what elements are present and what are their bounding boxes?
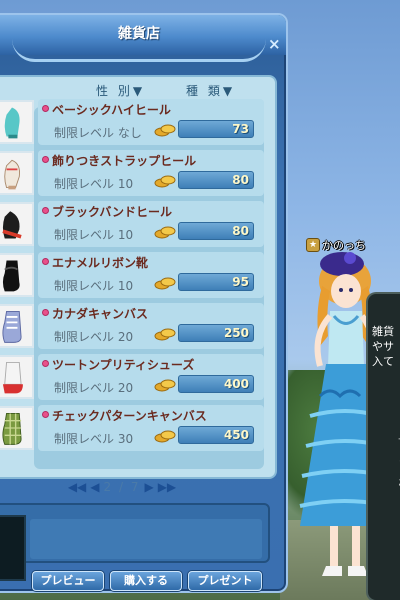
item-price: 450 (223, 428, 249, 442)
item-level: 制限レベル 30 (54, 432, 134, 446)
character-name: かのっち (322, 239, 366, 252)
black-band-heel-icon (2, 211, 22, 239)
price-box: 73 (178, 120, 254, 138)
item-name: ベーシックハイヒール (52, 103, 171, 117)
item-bullet-icon (42, 156, 49, 163)
item-preview-swatch (0, 515, 26, 581)
item-thumbnail (0, 355, 34, 399)
canvas-sneaker-icon (2, 311, 22, 343)
teal-heel-icon (4, 107, 20, 139)
side-dialog-text: 雑貨 やサ 入て (372, 324, 394, 369)
pagination: ◀◀ ◀ 2 / 7 ▶ ▶▶ (52, 477, 192, 497)
price-box: 95 (178, 273, 254, 291)
item-thumbnail (0, 100, 34, 144)
item-thumbnail (0, 202, 34, 246)
last-page-button[interactable]: ▶▶ (158, 480, 176, 494)
item-thumbnail (0, 406, 34, 450)
shop-title: 雑貨店 (118, 26, 160, 42)
item-row[interactable]: ブラックバンドヒール 制限レベル 10 80 (0, 199, 272, 247)
coin-icon (154, 328, 176, 341)
item-bullet-icon (42, 360, 49, 367)
price-box: 80 (178, 171, 254, 189)
close-button[interactable]: × (268, 35, 281, 53)
item-bullet-icon (42, 207, 49, 214)
item-thumbnail (0, 304, 34, 348)
item-row[interactable]: チェックパターンキャンバス 制限レベル 30 450 (0, 403, 272, 451)
shop-window: 雑貨店 × 性 別▼ 種 類▼ ベーシックハイヒール 制限レベル なし 73 飾… (0, 13, 288, 593)
item-row[interactable]: エナメルリボン靴 制限レベル 10 95 (0, 250, 272, 298)
coin-icon (154, 124, 176, 137)
preview-button[interactable]: プレビュー (32, 571, 104, 591)
item-price: 400 (223, 377, 249, 391)
character-name-tag[interactable]: ★ かのっち (306, 237, 366, 253)
item-bullet-icon (42, 309, 49, 316)
item-name: エナメルリボン靴 (52, 256, 149, 270)
next-page-button[interactable]: ▶ (144, 480, 153, 494)
item-level: 制限レベル 10 (54, 279, 134, 293)
item-bullet-icon (42, 258, 49, 265)
item-row[interactable]: ツートンプリティシューズ 制限レベル 20 400 (0, 352, 272, 400)
check-sneaker-icon (2, 413, 22, 445)
item-description-area (30, 519, 262, 559)
item-name: 飾りつきストラップヒール (52, 154, 197, 168)
coin-icon (154, 175, 176, 188)
first-page-button[interactable]: ◀◀ (68, 480, 86, 494)
price-box: 80 (178, 222, 254, 240)
item-row[interactable]: ベーシックハイヒール 制限レベル なし 73 (0, 97, 272, 145)
black-ribbon-shoe-icon (2, 260, 20, 292)
item-level: 制限レベル 10 (54, 228, 134, 242)
item-thumbnail (0, 253, 34, 297)
item-info: ツートンプリティシューズ 制限レベル 20 400 (38, 354, 264, 400)
side-dialog-line: 雑貨 (372, 325, 394, 338)
item-level: 制限レベル なし (54, 126, 142, 140)
price-box: 450 (178, 426, 254, 444)
item-name: ツートンプリティシューズ (52, 358, 195, 372)
side-dialog-panel: 雑貨 やサ 入て 言 う お (366, 292, 400, 600)
buy-button[interactable]: 購入する (110, 571, 182, 591)
item-price: 80 (232, 173, 249, 187)
gift-button[interactable]: プレゼント (188, 571, 262, 591)
item-info: ベーシックハイヒール 制限レベル なし 73 (38, 99, 264, 145)
item-level: 制限レベル 20 (54, 381, 134, 395)
white-strap-heel-icon (4, 159, 21, 190)
guild-emblem-icon: ★ (306, 238, 320, 252)
item-price: 80 (232, 224, 249, 238)
price-box: 250 (178, 324, 254, 342)
coin-icon (154, 226, 176, 239)
coin-icon (154, 430, 176, 443)
item-info: 飾りつきストラップヒール 制限レベル 10 80 (38, 150, 264, 196)
price-box: 400 (178, 375, 254, 393)
item-level: 制限レベル 10 (54, 177, 134, 191)
item-thumbnail (0, 151, 34, 195)
item-bullet-icon (42, 411, 49, 418)
coin-icon (154, 277, 176, 290)
coin-icon (154, 379, 176, 392)
item-row[interactable]: 飾りつきストラップヒール 制限レベル 10 80 (0, 148, 272, 196)
item-level: 制限レベル 20 (54, 330, 134, 344)
red-white-shoe-icon (2, 362, 23, 394)
item-info: カナダキャンバス 制限レベル 20 250 (38, 303, 264, 349)
item-row[interactable]: カナダキャンバス 制限レベル 20 250 (0, 301, 272, 349)
side-dialog-line: 入て (372, 355, 394, 368)
prev-page-button[interactable]: ◀ (90, 480, 99, 494)
item-name: ブラックバンドヒール (52, 205, 173, 219)
item-info: チェックパターンキャンバス 制限レベル 30 450 (38, 405, 264, 451)
item-info: ブラックバンドヒール 制限レベル 10 80 (38, 201, 264, 247)
side-dialog-line: やサ (372, 340, 394, 353)
shop-header[interactable]: 雑貨店 × (0, 15, 286, 62)
item-name: チェックパターンキャンバス (52, 409, 207, 423)
item-price: 73 (232, 122, 249, 136)
item-name: カナダキャンバス (52, 307, 149, 321)
item-info: エナメルリボン靴 制限レベル 10 95 (38, 252, 264, 298)
item-price: 95 (232, 275, 249, 289)
item-price: 250 (223, 326, 249, 340)
item-bullet-icon (42, 105, 49, 112)
page-indicator: 2 / 7 (103, 480, 141, 494)
